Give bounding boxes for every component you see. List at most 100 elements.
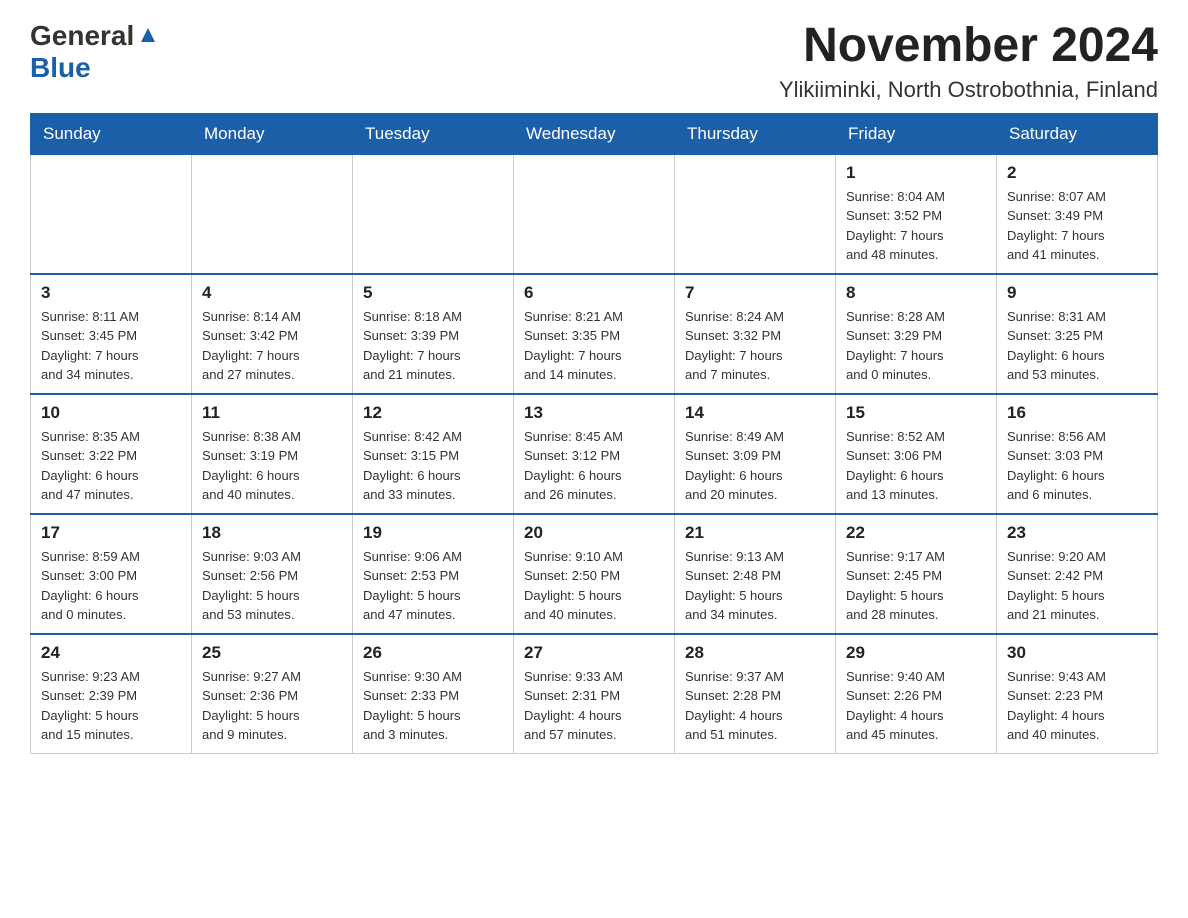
day-number: 29 [846,643,986,663]
calendar-cell: 3Sunrise: 8:11 AM Sunset: 3:45 PM Daylig… [31,274,192,394]
day-info: Sunrise: 9:27 AM Sunset: 2:36 PM Dayligh… [202,667,342,745]
logo: General Blue [30,20,159,84]
day-info: Sunrise: 8:35 AM Sunset: 3:22 PM Dayligh… [41,427,181,505]
location-text: Ylikiiminki, North Ostrobothnia, Finland [779,77,1158,103]
day-number: 14 [685,403,825,423]
day-info: Sunrise: 9:06 AM Sunset: 2:53 PM Dayligh… [363,547,503,625]
day-number: 1 [846,163,986,183]
day-number: 2 [1007,163,1147,183]
calendar-cell: 19 Sunrise: 9:06 AM Sunset: 2:53 PM Dayli… [353,514,514,634]
calendar-cell: 11 Sunrise: 8:38 AM Sunset: 3:19 PM Dayli… [192,394,353,514]
calendar-cell: 9 Sunrise: 8:31 AM Sunset: 3:25 PM Daylig… [997,274,1158,394]
calendar-cell: 12Sunrise: 8:42 AM Sunset: 3:15 PM Dayli… [353,394,514,514]
day-info: Sunrise: 8:49 AM Sunset: 3:09 PM Dayligh… [685,427,825,505]
day-info: Sunrise: 8:42 AM Sunset: 3:15 PM Dayligh… [363,427,503,505]
calendar-cell: 26 Sunrise: 9:30 AM Sunset: 2:33 PM Dayli… [353,634,514,754]
calendar-cell: 8 Sunrise: 8:28 AM Sunset: 3:29 PM Daylig… [836,274,997,394]
day-number: 11 [202,403,342,423]
month-title: November 2024 [779,20,1158,73]
day-number: 22 [846,523,986,543]
calendar-cell: 4 Sunrise: 8:14 AM Sunset: 3:42 PM Daylig… [192,274,353,394]
day-info: Sunrise: 8:38 AM Sunset: 3:19 PM Dayligh… [202,427,342,505]
day-info: Sunrise: 8:45 AM Sunset: 3:12 PM Dayligh… [524,427,664,505]
day-info: Sunrise: 8:21 AM Sunset: 3:35 PM Dayligh… [524,307,664,385]
calendar-cell: 16 Sunrise: 8:56 AM Sunset: 3:03 PM Dayli… [997,394,1158,514]
weekday-header-monday: Monday [192,113,353,154]
day-number: 18 [202,523,342,543]
day-number: 15 [846,403,986,423]
calendar-cell: 13 Sunrise: 8:45 AM Sunset: 3:12 PM Dayli… [514,394,675,514]
day-info: Sunrise: 9:10 AM Sunset: 2:50 PM Dayligh… [524,547,664,625]
day-info: Sunrise: 9:23 AM Sunset: 2:39 PM Dayligh… [41,667,181,745]
calendar-cell [514,154,675,274]
weekday-header-row: SundayMondayTuesdayWednesdayThursdayFrid… [31,113,1158,154]
day-info: Sunrise: 9:40 AM Sunset: 2:26 PM Dayligh… [846,667,986,745]
calendar-cell: 15 Sunrise: 8:52 AM Sunset: 3:06 PM Dayli… [836,394,997,514]
calendar-cell: 14 Sunrise: 8:49 AM Sunset: 3:09 PM Dayli… [675,394,836,514]
day-number: 9 [1007,283,1147,303]
day-info: Sunrise: 9:33 AM Sunset: 2:31 PM Dayligh… [524,667,664,745]
calendar-cell [31,154,192,274]
calendar-cell: 1Sunrise: 8:04 AM Sunset: 3:52 PM Daylig… [836,154,997,274]
logo-blue-text: Blue [30,52,91,83]
day-number: 13 [524,403,664,423]
day-info: Sunrise: 8:28 AM Sunset: 3:29 PM Dayligh… [846,307,986,385]
day-number: 21 [685,523,825,543]
weekday-header-friday: Friday [836,113,997,154]
weekday-header-wednesday: Wednesday [514,113,675,154]
day-info: Sunrise: 8:14 AM Sunset: 3:42 PM Dayligh… [202,307,342,385]
calendar-cell: 5 Sunrise: 8:18 AM Sunset: 3:39 PM Daylig… [353,274,514,394]
logo-triangle-icon [137,24,159,51]
day-info: Sunrise: 8:31 AM Sunset: 3:25 PM Dayligh… [1007,307,1147,385]
calendar-cell: 17Sunrise: 8:59 AM Sunset: 3:00 PM Dayli… [31,514,192,634]
day-number: 24 [41,643,181,663]
calendar-cell [675,154,836,274]
calendar-cell: 29 Sunrise: 9:40 AM Sunset: 2:26 PM Dayli… [836,634,997,754]
calendar-cell: 6 Sunrise: 8:21 AM Sunset: 3:35 PM Daylig… [514,274,675,394]
day-number: 8 [846,283,986,303]
day-info: Sunrise: 8:07 AM Sunset: 3:49 PM Dayligh… [1007,187,1147,265]
day-info: Sunrise: 9:17 AM Sunset: 2:45 PM Dayligh… [846,547,986,625]
day-number: 4 [202,283,342,303]
day-number: 10 [41,403,181,423]
day-info: Sunrise: 8:56 AM Sunset: 3:03 PM Dayligh… [1007,427,1147,505]
calendar-cell: 28Sunrise: 9:37 AM Sunset: 2:28 PM Dayli… [675,634,836,754]
logo-general-text: General [30,20,134,52]
day-number: 30 [1007,643,1147,663]
calendar-cell: 18 Sunrise: 9:03 AM Sunset: 2:56 PM Dayli… [192,514,353,634]
day-number: 27 [524,643,664,663]
calendar-week-row: 17Sunrise: 8:59 AM Sunset: 3:00 PM Dayli… [31,514,1158,634]
calendar-cell: 30 Sunrise: 9:43 AM Sunset: 2:23 PM Dayli… [997,634,1158,754]
calendar-cell: 22 Sunrise: 9:17 AM Sunset: 2:45 PM Dayli… [836,514,997,634]
header: General Blue November 2024 Ylikiiminki, … [30,20,1158,103]
day-number: 5 [363,283,503,303]
calendar-week-row: 1Sunrise: 8:04 AM Sunset: 3:52 PM Daylig… [31,154,1158,274]
weekday-header-thursday: Thursday [675,113,836,154]
day-number: 19 [363,523,503,543]
day-number: 16 [1007,403,1147,423]
weekday-header-saturday: Saturday [997,113,1158,154]
calendar-cell: 23Sunrise: 9:20 AM Sunset: 2:42 PM Dayli… [997,514,1158,634]
day-number: 20 [524,523,664,543]
day-info: Sunrise: 8:52 AM Sunset: 3:06 PM Dayligh… [846,427,986,505]
day-info: Sunrise: 9:30 AM Sunset: 2:33 PM Dayligh… [363,667,503,745]
calendar-cell: 25Sunrise: 9:27 AM Sunset: 2:36 PM Dayli… [192,634,353,754]
day-number: 26 [363,643,503,663]
calendar: SundayMondayTuesdayWednesdayThursdayFrid… [30,113,1158,754]
day-number: 7 [685,283,825,303]
day-info: Sunrise: 8:18 AM Sunset: 3:39 PM Dayligh… [363,307,503,385]
day-number: 17 [41,523,181,543]
calendar-cell [353,154,514,274]
calendar-cell: 27 Sunrise: 9:33 AM Sunset: 2:31 PM Dayli… [514,634,675,754]
day-info: Sunrise: 9:20 AM Sunset: 2:42 PM Dayligh… [1007,547,1147,625]
day-info: Sunrise: 9:43 AM Sunset: 2:23 PM Dayligh… [1007,667,1147,745]
day-number: 3 [41,283,181,303]
day-info: Sunrise: 9:03 AM Sunset: 2:56 PM Dayligh… [202,547,342,625]
calendar-cell: 7Sunrise: 8:24 AM Sunset: 3:32 PM Daylig… [675,274,836,394]
calendar-week-row: 10 Sunrise: 8:35 AM Sunset: 3:22 PM Dayli… [31,394,1158,514]
weekday-header-sunday: Sunday [31,113,192,154]
calendar-week-row: 3Sunrise: 8:11 AM Sunset: 3:45 PM Daylig… [31,274,1158,394]
calendar-cell: 10 Sunrise: 8:35 AM Sunset: 3:22 PM Dayli… [31,394,192,514]
calendar-cell: 21Sunrise: 9:13 AM Sunset: 2:48 PM Dayli… [675,514,836,634]
day-number: 6 [524,283,664,303]
